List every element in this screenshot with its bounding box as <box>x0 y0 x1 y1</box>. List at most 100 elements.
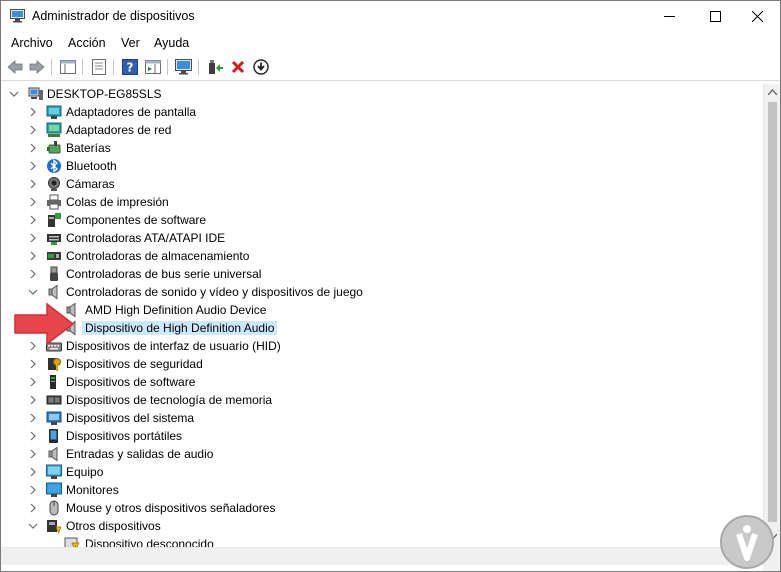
tree-category[interactable]: Dispositivos portátiles <box>1 427 763 445</box>
mouse-icon <box>49 500 59 516</box>
bluetooth-icon <box>47 159 61 173</box>
collapse-chevron-icon[interactable] <box>28 286 38 296</box>
memory-icon <box>46 395 62 405</box>
tree-item-label: Baterías <box>66 141 111 155</box>
tree-category[interactable]: Controladoras de almacenamiento <box>1 247 763 265</box>
expand-chevron-icon[interactable] <box>28 394 38 405</box>
title-bar: Administrador de dispositivos <box>1 1 780 32</box>
tree-root[interactable]: DESKTOP-EG85SLS <box>1 85 763 103</box>
tree-device[interactable]: Dispositivo de High Definition Audio <box>1 319 763 337</box>
collapse-chevron-icon[interactable] <box>28 520 38 530</box>
expand-chevron-icon[interactable] <box>28 358 38 369</box>
expand-chevron-icon[interactable] <box>28 232 38 243</box>
expand-chevron-icon[interactable] <box>28 214 38 225</box>
tree-category[interactable]: Controladoras de bus serie universal <box>1 265 763 283</box>
expand-chevron-icon[interactable] <box>28 268 38 279</box>
expand-chevron-icon[interactable] <box>28 196 38 207</box>
tree-item-label: Otros dispositivos <box>66 519 161 533</box>
camera-icon <box>48 177 60 191</box>
expand-chevron-icon[interactable] <box>28 124 38 135</box>
menu-ver[interactable]: Ver <box>121 36 140 50</box>
tree-item-label: Entradas y salidas de audio <box>66 447 214 461</box>
tree-item-label: Dispositivos portátiles <box>66 429 183 443</box>
red-pointer-arrow <box>14 302 75 346</box>
vertical-scrollbar[interactable] <box>763 84 780 547</box>
minimize-button[interactable] <box>646 1 692 32</box>
update-driver-icon <box>209 60 223 74</box>
tree-category[interactable]: Controladoras de sonido y vídeo y dispos… <box>1 283 763 301</box>
monitor-icon <box>46 482 62 497</box>
tree-item-label: Adaptadores de red <box>66 123 172 137</box>
tree-item-label: Dispositivos de tecnología de memoria <box>66 393 273 407</box>
expand-chevron-icon[interactable] <box>28 178 38 189</box>
menu-ayuda[interactable]: Ayuda <box>154 36 189 50</box>
tree-category[interactable]: Mouse y otros dispositivos señaladores <box>1 499 763 517</box>
show-hide-console-tree-button[interactable] <box>59 58 77 76</box>
tree-category[interactable]: Dispositivos de software <box>1 373 763 391</box>
speaker-icon <box>48 284 58 300</box>
tree-category[interactable]: Colas de impresión <box>1 193 763 211</box>
scroll-up-icon[interactable] <box>768 89 777 95</box>
properties-button[interactable] <box>90 58 108 76</box>
vertical-scroll-thumb[interactable] <box>768 102 777 522</box>
scan-hardware-icon <box>175 59 192 75</box>
menu-archivo[interactable]: Archivo <box>11 36 53 50</box>
tree-category[interactable]: Equipo <box>1 463 763 481</box>
tree-category[interactable]: Bluetooth <box>1 157 763 175</box>
close-icon <box>751 11 763 22</box>
tree-category[interactable]: Dispositivos de interfaz de usuario (HID… <box>1 337 763 355</box>
tree-category[interactable]: Adaptadores de red <box>1 121 763 139</box>
tree-category[interactable]: Dispositivos de seguridad <box>1 355 763 373</box>
computer-root-icon <box>28 87 43 100</box>
tree-item-label: Cámaras <box>66 177 115 191</box>
scan-hardware-button[interactable] <box>175 58 193 76</box>
expand-chevron-icon[interactable] <box>28 502 38 513</box>
menu-bar: Archivo Acción Ver Ayuda <box>1 32 780 54</box>
watermark-logo <box>720 515 774 569</box>
tree-item-label: DESKTOP-EG85SLS <box>47 87 162 101</box>
maximize-button[interactable] <box>692 1 738 32</box>
expand-chevron-icon[interactable] <box>28 466 38 477</box>
tree-category[interactable]: Dispositivos del sistema <box>1 409 763 427</box>
tree-device[interactable]: ! Dispositivo desconocido <box>1 535 763 547</box>
uninstall-device-button[interactable] <box>229 58 247 76</box>
expand-chevron-icon[interactable] <box>28 412 38 423</box>
expand-chevron-icon[interactable] <box>28 250 38 261</box>
tree-category[interactable]: Componentes de software <box>1 211 763 229</box>
expand-chevron-icon[interactable] <box>28 484 38 495</box>
horizontal-scrollbar[interactable] <box>1 547 763 565</box>
back-button[interactable] <box>6 58 24 76</box>
tree-category[interactable]: Otros dispositivos <box>1 517 763 535</box>
menu-accion[interactable]: Acción <box>68 36 106 50</box>
download-circle-icon <box>253 59 269 75</box>
expand-chevron-icon[interactable] <box>28 430 38 441</box>
tree-category[interactable]: Monitores <box>1 481 763 499</box>
update-driver-button[interactable] <box>206 58 224 76</box>
tree-category[interactable]: Entradas y salidas de audio <box>1 445 763 463</box>
usb-icon <box>50 266 58 281</box>
device-tree: DESKTOP-EG85SLS Adaptadores de pantalla Ad… <box>1 84 763 547</box>
help-button[interactable]: ? <box>121 58 139 76</box>
expand-chevron-icon[interactable] <box>28 160 38 171</box>
forward-button[interactable] <box>28 58 46 76</box>
tree-category[interactable]: Controladoras ATA/ATAPI IDE <box>1 229 763 247</box>
expand-chevron-icon[interactable] <box>28 376 38 387</box>
tree-category[interactable]: Baterías <box>1 139 763 157</box>
back-arrow-icon <box>7 60 23 74</box>
help-icon: ? <box>122 59 138 75</box>
expand-chevron-icon[interactable] <box>28 142 38 153</box>
tree-item-label: Bluetooth <box>66 159 117 173</box>
tree-category[interactable]: Cámaras <box>1 175 763 193</box>
tree-category[interactable]: Dispositivos de tecnología de memoria <box>1 391 763 409</box>
expand-chevron-icon[interactable] <box>28 106 38 117</box>
collapse-chevron-icon[interactable] <box>9 88 19 98</box>
close-button[interactable] <box>734 1 780 32</box>
expand-chevron-icon[interactable] <box>28 448 38 459</box>
tree-category[interactable]: Adaptadores de pantalla <box>1 103 763 121</box>
disable-device-button[interactable] <box>252 58 270 76</box>
action-pane-button[interactable] <box>144 58 162 76</box>
unknown-device-icon: ! <box>64 537 80 547</box>
tree-device[interactable]: AMD High Definition Audio Device <box>1 301 763 319</box>
tree-item-label: Componentes de software <box>66 213 207 227</box>
system-device-icon <box>46 411 62 425</box>
